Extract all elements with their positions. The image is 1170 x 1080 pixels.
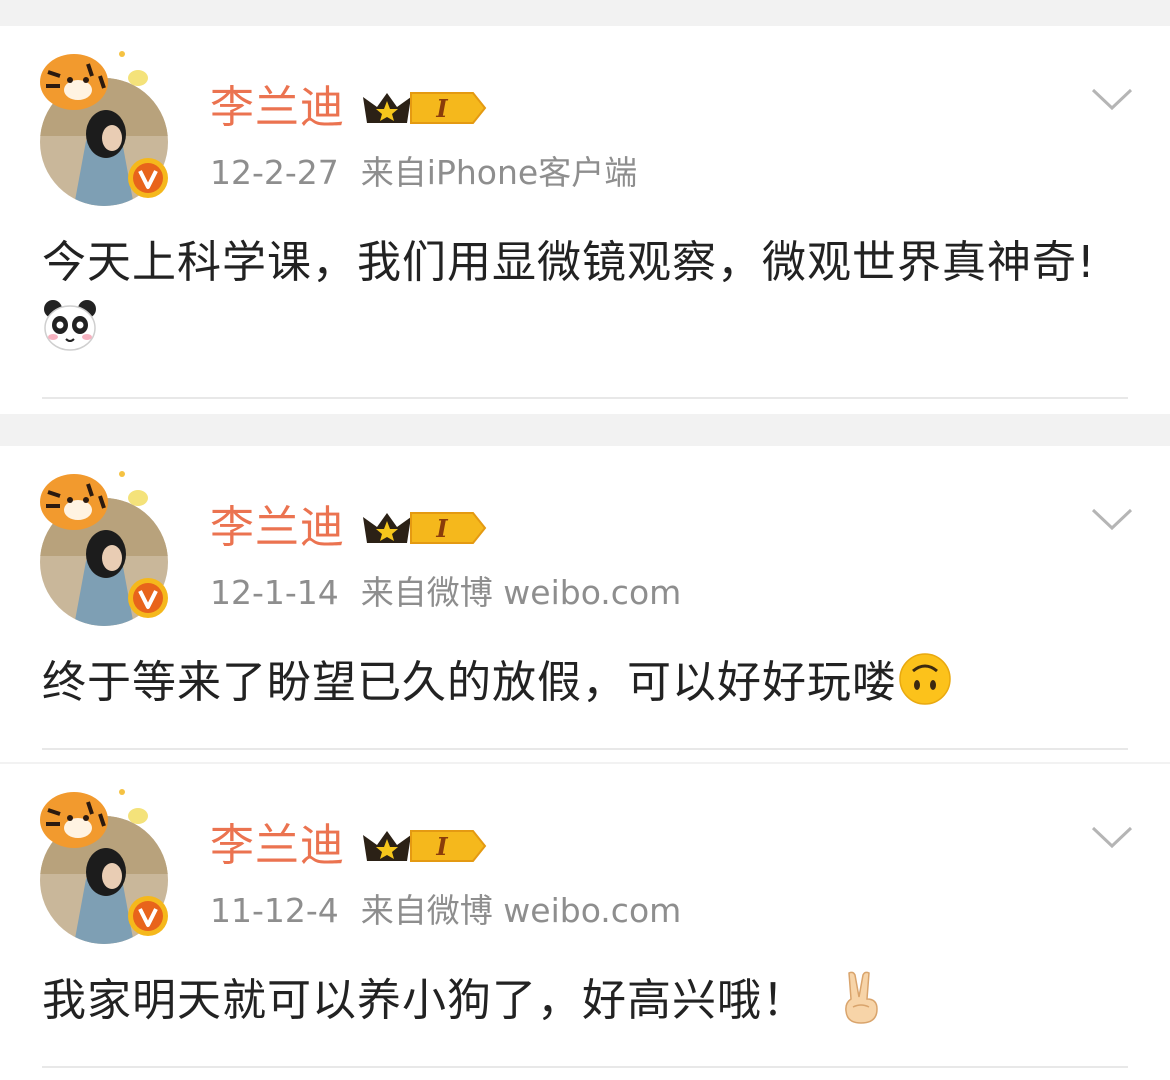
post-date: 12-2-27 [210, 153, 339, 192]
weibo-post[interactable]: 李兰迪 I 12-1-14 来自微博 weibo.com 终于等来了盼望已久的放假… [0, 446, 1170, 762]
chevron-down-icon[interactable] [1090, 86, 1134, 112]
verified-badge-icon [128, 158, 168, 198]
vip-crown-badge-icon[interactable]: I [359, 825, 489, 867]
tiger-sticker-icon [40, 792, 108, 848]
svg-text:I: I [435, 94, 448, 123]
post-text-content: 我家明天就可以养小狗了，好高兴哦！ [42, 975, 807, 1026]
vip-crown-badge-icon[interactable]: I [359, 87, 489, 129]
post-date: 11-12-4 [210, 891, 339, 930]
vip-crown-badge-icon[interactable]: I [359, 507, 489, 549]
divider [42, 748, 1128, 750]
upside-down-face-emoji-icon [899, 653, 951, 705]
post-meta: 11-12-4 来自微博 weibo.com [210, 894, 681, 927]
post-text-content: 今天上科学课，我们用显微镜观察，微观世界真神奇! [42, 237, 1096, 288]
tiger-sticker-icon [40, 54, 108, 110]
svg-text:I: I [435, 514, 448, 543]
post-source: 来自微博 weibo.com [360, 891, 682, 930]
panda-emoji-icon [44, 300, 96, 351]
user-avatar[interactable] [34, 784, 174, 944]
username[interactable]: 李兰迪 [210, 506, 345, 550]
user-avatar[interactable] [34, 46, 174, 206]
post-date: 12-1-14 [210, 573, 339, 612]
divider [42, 1066, 1128, 1068]
post-meta: 12-2-27 来自iPhone客户端 [210, 156, 637, 189]
username[interactable]: 李兰迪 [210, 824, 345, 868]
post-text: 今天上科学课，我们用显微镜观察，微观世界真神奇! [42, 230, 1132, 362]
user-avatar[interactable] [34, 466, 174, 626]
verified-badge-icon [128, 578, 168, 618]
post-text-content: 终于等来了盼望已久的放假，可以好好玩喽 [42, 657, 897, 708]
post-source: 来自iPhone客户端 [360, 153, 638, 192]
post-text: 终于等来了盼望已久的放假，可以好好玩喽 [42, 650, 1132, 716]
divider [42, 397, 1128, 399]
post-text: 我家明天就可以养小狗了，好高兴哦！ [42, 968, 1132, 1034]
weibo-post[interactable]: 李兰迪 I 12-2-27 来自iPhone客户端 今天上科学课，我们用显微镜观察… [0, 26, 1170, 414]
chevron-down-icon[interactable] [1090, 506, 1134, 532]
chevron-down-icon[interactable] [1090, 824, 1134, 850]
victory-hand-emoji-icon [845, 971, 878, 1024]
verified-badge-icon [128, 896, 168, 936]
post-source: 来自微博 weibo.com [360, 573, 682, 612]
username[interactable]: 李兰迪 [210, 86, 345, 130]
svg-text:I: I [435, 832, 448, 861]
weibo-post[interactable]: 李兰迪 I 11-12-4 来自微博 weibo.com 我家明天就可以养小狗了，… [0, 764, 1170, 1080]
tiger-sticker-icon [40, 474, 108, 530]
post-meta: 12-1-14 来自微博 weibo.com [210, 576, 681, 609]
